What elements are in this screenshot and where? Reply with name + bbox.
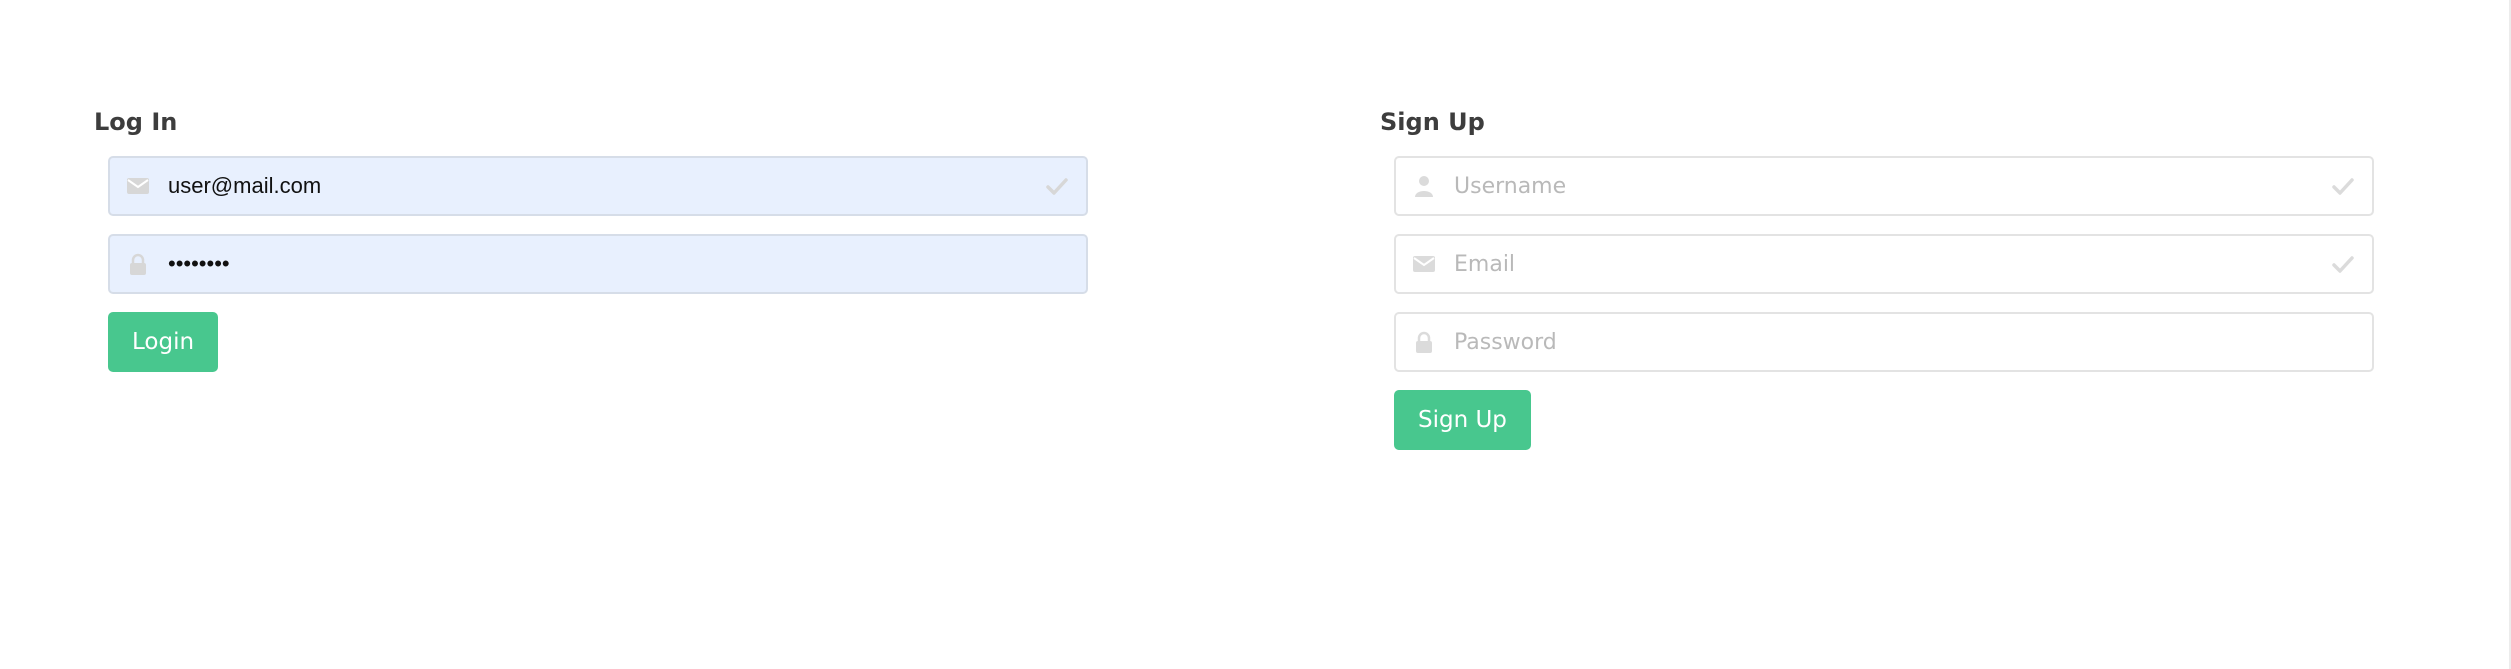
login-email-input[interactable] [168, 158, 1028, 214]
login-title: Log In [94, 108, 178, 136]
login-password-input[interactable] [168, 236, 1028, 292]
user-icon [1412, 174, 1436, 198]
signup-email-input[interactable] [1454, 236, 2314, 292]
signup-password-field[interactable] [1394, 312, 2374, 372]
signup-email-field[interactable] [1394, 234, 2374, 294]
login-email-field[interactable] [108, 156, 1088, 216]
signup-username-field[interactable] [1394, 156, 2374, 216]
signup-title: Sign Up [1380, 108, 1485, 136]
signup-section: Sign Up Username Email Sign Up [1380, 104, 2374, 450]
login-button[interactable]: Login [108, 312, 219, 372]
signup-username-input[interactable] [1454, 158, 2314, 214]
lock-icon [1412, 330, 1436, 354]
signup-password-input[interactable] [1454, 314, 2314, 370]
check-icon [1046, 176, 1068, 198]
lock-icon [126, 252, 150, 276]
login-form: Login [108, 156, 1088, 372]
login-password-field[interactable] [108, 234, 1088, 294]
login-section: Log In user@mail.com •••••••• Login [94, 104, 1088, 372]
envelope-icon [1412, 252, 1436, 276]
signup-form: Sign Up [1394, 156, 2374, 450]
envelope-icon [126, 174, 150, 198]
signup-button[interactable]: Sign Up [1394, 390, 1531, 450]
check-icon [2332, 176, 2354, 198]
check-icon [2332, 254, 2354, 276]
